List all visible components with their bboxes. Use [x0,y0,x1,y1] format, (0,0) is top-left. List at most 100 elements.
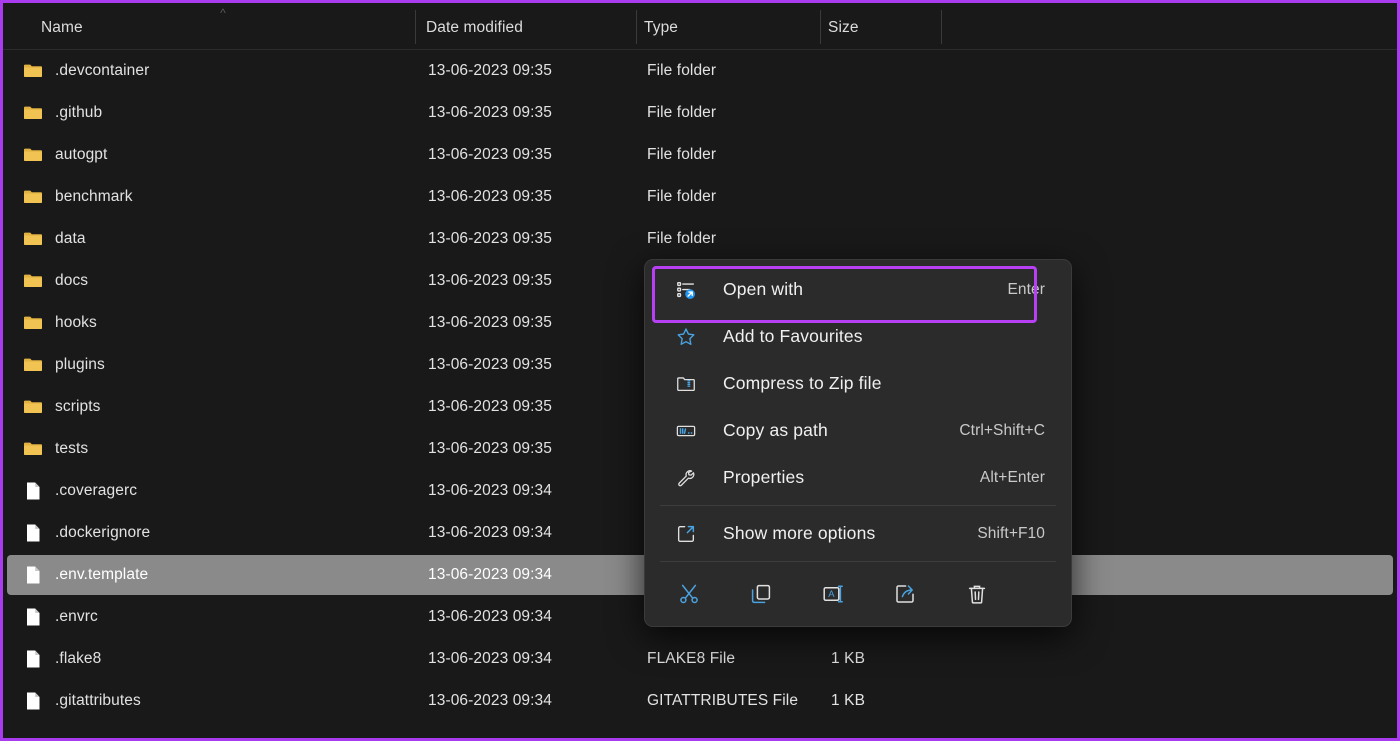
file-name-label: .devcontainer [55,62,150,79]
file-name-cell[interactable]: data [23,229,86,249]
cut-icon[interactable] [666,574,712,614]
date-modified-cell: 13-06-2023 09:35 [428,104,552,121]
table-row[interactable]: data 13-06-2023 09:35 File folder [7,219,1393,259]
file-name-cell[interactable]: .dockerignore [23,523,150,543]
column-header-date-modified[interactable]: Date modified [426,19,523,37]
date-modified-cell: 13-06-2023 09:34 [428,524,552,541]
date-modified-cell: 13-06-2023 09:35 [428,272,552,289]
file-name-cell[interactable]: hooks [23,313,97,333]
menu-item-shortcut: Ctrl+Shift+C [959,421,1045,439]
table-row[interactable]: .flake8 13-06-2023 09:34 FLAKE8 File 1 K… [7,639,1393,679]
column-divider[interactable] [636,10,637,44]
file-name-cell[interactable]: .gitattributes [23,691,141,711]
date-modified-cell: 13-06-2023 09:35 [428,398,552,415]
file-name-label: plugins [55,356,105,373]
file-name-cell[interactable]: .coveragerc [23,481,137,501]
table-row[interactable]: autogpt 13-06-2023 09:35 File folder [7,135,1393,175]
menu-item-label: Properties [723,467,805,487]
file-name-cell[interactable]: .devcontainer [23,61,149,81]
table-row[interactable]: benchmark 13-06-2023 09:35 File folder [7,177,1393,217]
size-cell: 1 KB [831,692,866,709]
menu-separator [660,561,1056,562]
copy-icon[interactable] [738,574,784,614]
menu-item-show-more-options[interactable]: Show more options Shift+F10 [648,510,1068,557]
column-header-size[interactable]: Size [828,19,859,37]
folder-icon [23,103,43,123]
file-icon [23,649,43,669]
file-name-label: .coveragerc [55,482,138,499]
date-modified-cell: 13-06-2023 09:35 [428,62,552,79]
file-name-label: .gitattributes [55,692,141,709]
file-name-cell[interactable]: docs [23,271,88,291]
date-modified-cell: 13-06-2023 09:35 [428,440,552,457]
file-name-label: autogpt [55,146,108,163]
folder-icon [23,145,43,165]
file-icon [23,607,43,627]
file-name-label: hooks [55,314,97,331]
table-row[interactable]: .gitattributes 13-06-2023 09:34 GITATTRI… [7,681,1393,721]
table-row[interactable]: .devcontainer 13-06-2023 09:35 File fold… [7,51,1393,91]
folder-icon [23,61,43,81]
context-menu: Open with Enter Add to Favourites Compre… [644,259,1072,627]
file-name-label: benchmark [55,188,133,205]
file-name-cell[interactable]: .env.template [23,565,148,585]
column-header-name[interactable]: Name [41,19,83,37]
file-name-label: .dockerignore [55,524,151,541]
column-divider[interactable] [941,10,942,44]
folder-icon [23,229,43,249]
menu-item-open-with[interactable]: Open with Enter [648,266,1068,313]
show-more-options-icon [675,523,723,545]
date-modified-cell: 13-06-2023 09:35 [428,230,552,247]
type-cell: File folder [647,230,717,247]
date-modified-cell: 13-06-2023 09:34 [428,482,552,499]
copy-path-icon [675,420,723,442]
file-name-cell[interactable]: benchmark [23,187,133,207]
date-modified-cell: 13-06-2023 09:34 [428,566,552,583]
sort-ascending-chevron-icon: ^ [220,6,226,20]
folder-icon [23,355,43,375]
column-divider[interactable] [820,10,821,44]
file-name-cell[interactable]: .github [23,103,102,123]
context-menu-toolbar: A [648,566,1068,622]
file-name-cell[interactable]: tests [23,439,88,459]
file-name-label: docs [55,272,89,289]
size-cell: 1 KB [831,650,866,667]
date-modified-cell: 13-06-2023 09:34 [428,692,552,709]
date-modified-cell: 13-06-2023 09:35 [428,314,552,331]
date-modified-cell: 13-06-2023 09:35 [428,146,552,163]
file-name-cell[interactable]: plugins [23,355,105,375]
rename-icon[interactable]: A [810,574,856,614]
star-icon [675,326,723,348]
file-name-label: .envrc [55,608,98,625]
table-row[interactable]: .github 13-06-2023 09:35 File folder [7,93,1393,133]
menu-item-shortcut: Shift+F10 [977,524,1045,542]
file-explorer-window: ^ Name Date modified Type Size .devconta… [0,0,1400,741]
file-name-label: data [55,230,86,247]
context-menu-items: Open with Enter Add to Favourites Compre… [648,266,1068,501]
file-name-cell[interactable]: scripts [23,397,100,417]
file-name-cell[interactable]: .envrc [23,607,98,627]
context-menu-show-more-section: Show more options Shift+F10 [648,510,1068,557]
delete-icon[interactable] [954,574,1000,614]
file-icon [23,481,43,501]
date-modified-cell: 13-06-2023 09:35 [428,188,552,205]
column-header-type[interactable]: Type [644,19,678,37]
menu-item-compress-to-zip-file[interactable]: Compress to Zip file [648,360,1068,407]
file-name-cell[interactable]: .flake8 [23,649,101,669]
wrench-icon [675,467,723,489]
menu-item-properties[interactable]: Properties Alt+Enter [648,454,1068,501]
type-cell: File folder [647,146,717,163]
menu-item-shortcut: Enter [1007,280,1045,298]
menu-item-label: Show more options [723,523,876,543]
date-modified-cell: 13-06-2023 09:34 [428,608,552,625]
share-icon[interactable] [882,574,928,614]
menu-item-copy-as-path[interactable]: Copy as path Ctrl+Shift+C [648,407,1068,454]
file-name-cell[interactable]: autogpt [23,145,107,165]
column-divider[interactable] [415,10,416,44]
file-icon [23,565,43,585]
menu-item-add-to-favourites[interactable]: Add to Favourites [648,313,1068,360]
folder-icon [23,271,43,291]
file-name-label: tests [55,440,89,457]
type-cell: File folder [647,62,717,79]
type-cell: File folder [647,188,717,205]
